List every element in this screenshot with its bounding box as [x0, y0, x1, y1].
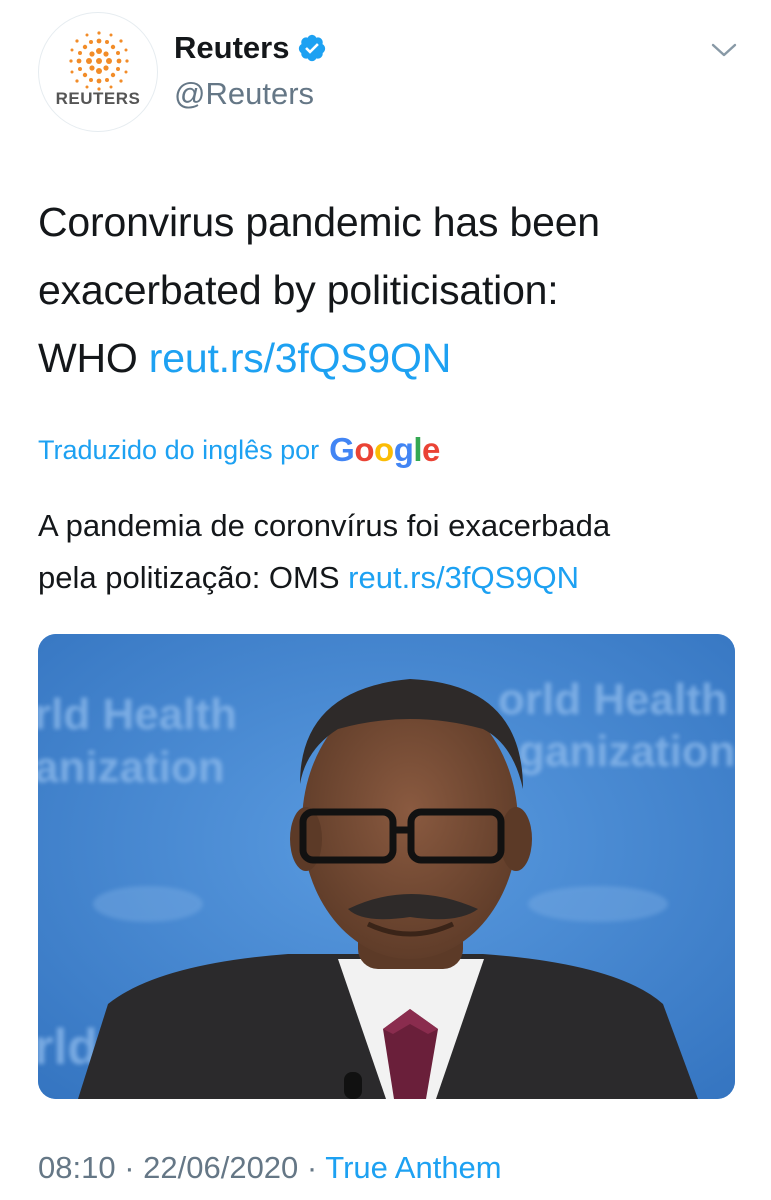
handle[interactable]: @Reuters	[174, 76, 314, 112]
backdrop-text: anization	[38, 743, 225, 792]
translation-label: Traduzido do inglês por	[38, 434, 320, 465]
backdrop-text: ganization	[518, 727, 735, 776]
verified-badge-icon	[299, 34, 326, 62]
tweet-meta: 08:10 · 22/06/2020 · True Anthem	[38, 1150, 502, 1186]
name-line: Reuters	[174, 30, 327, 66]
tweet-text-line: WHO reut.rs/3fQS9QN	[38, 324, 738, 392]
translated-text-line: A pandemia de coronvírus foi exacerbada	[38, 508, 611, 543]
tweet-time[interactable]: 08:10	[38, 1150, 116, 1185]
translated-text-line: pela politização: OMS reut.rs/3fQS9QN	[38, 552, 738, 604]
meta-separator: ·	[115, 1150, 144, 1185]
backdrop-text: rld Health	[38, 690, 237, 739]
chevron-down-icon[interactable]	[710, 40, 738, 60]
tweet-date[interactable]: 22/06/2020	[143, 1150, 298, 1185]
tweet-link[interactable]: reut.rs/3fQS9QN	[149, 335, 452, 381]
avatar-brand-text: REUTERS	[55, 89, 141, 108]
backdrop-text: orld Health	[498, 675, 728, 724]
avatar[interactable]: REUTERS	[38, 12, 158, 132]
translated-text-segment: pela politização: OMS	[38, 560, 349, 595]
tweet-text-line: Coronvirus pandemic has been	[38, 199, 600, 245]
photo-illustration: rld Health anization orld Health ganizat…	[38, 634, 735, 1099]
tweet-text: Coronvirus pandemic has been exacerbated…	[38, 188, 738, 392]
tweet-source[interactable]: True Anthem	[325, 1150, 501, 1185]
translated-text: A pandemia de coronvírus foi exacerbada …	[38, 500, 738, 604]
translated-link[interactable]: reut.rs/3fQS9QN	[348, 560, 579, 595]
google-logo-icon: Google	[329, 431, 440, 468]
translation-attribution[interactable]: Traduzido do inglês por Google	[38, 428, 440, 472]
display-name[interactable]: Reuters	[174, 30, 289, 66]
tweet-photo[interactable]: rld Health anization orld Health ganizat…	[38, 634, 735, 1099]
tweet-text-segment: WHO	[38, 335, 149, 381]
tweet-header: REUTERS Reuters @Reuters	[38, 12, 738, 132]
reuters-logo-icon	[69, 31, 129, 91]
tweet-text-line: exacerbated by politicisation:	[38, 267, 559, 313]
meta-separator: ·	[298, 1150, 326, 1185]
